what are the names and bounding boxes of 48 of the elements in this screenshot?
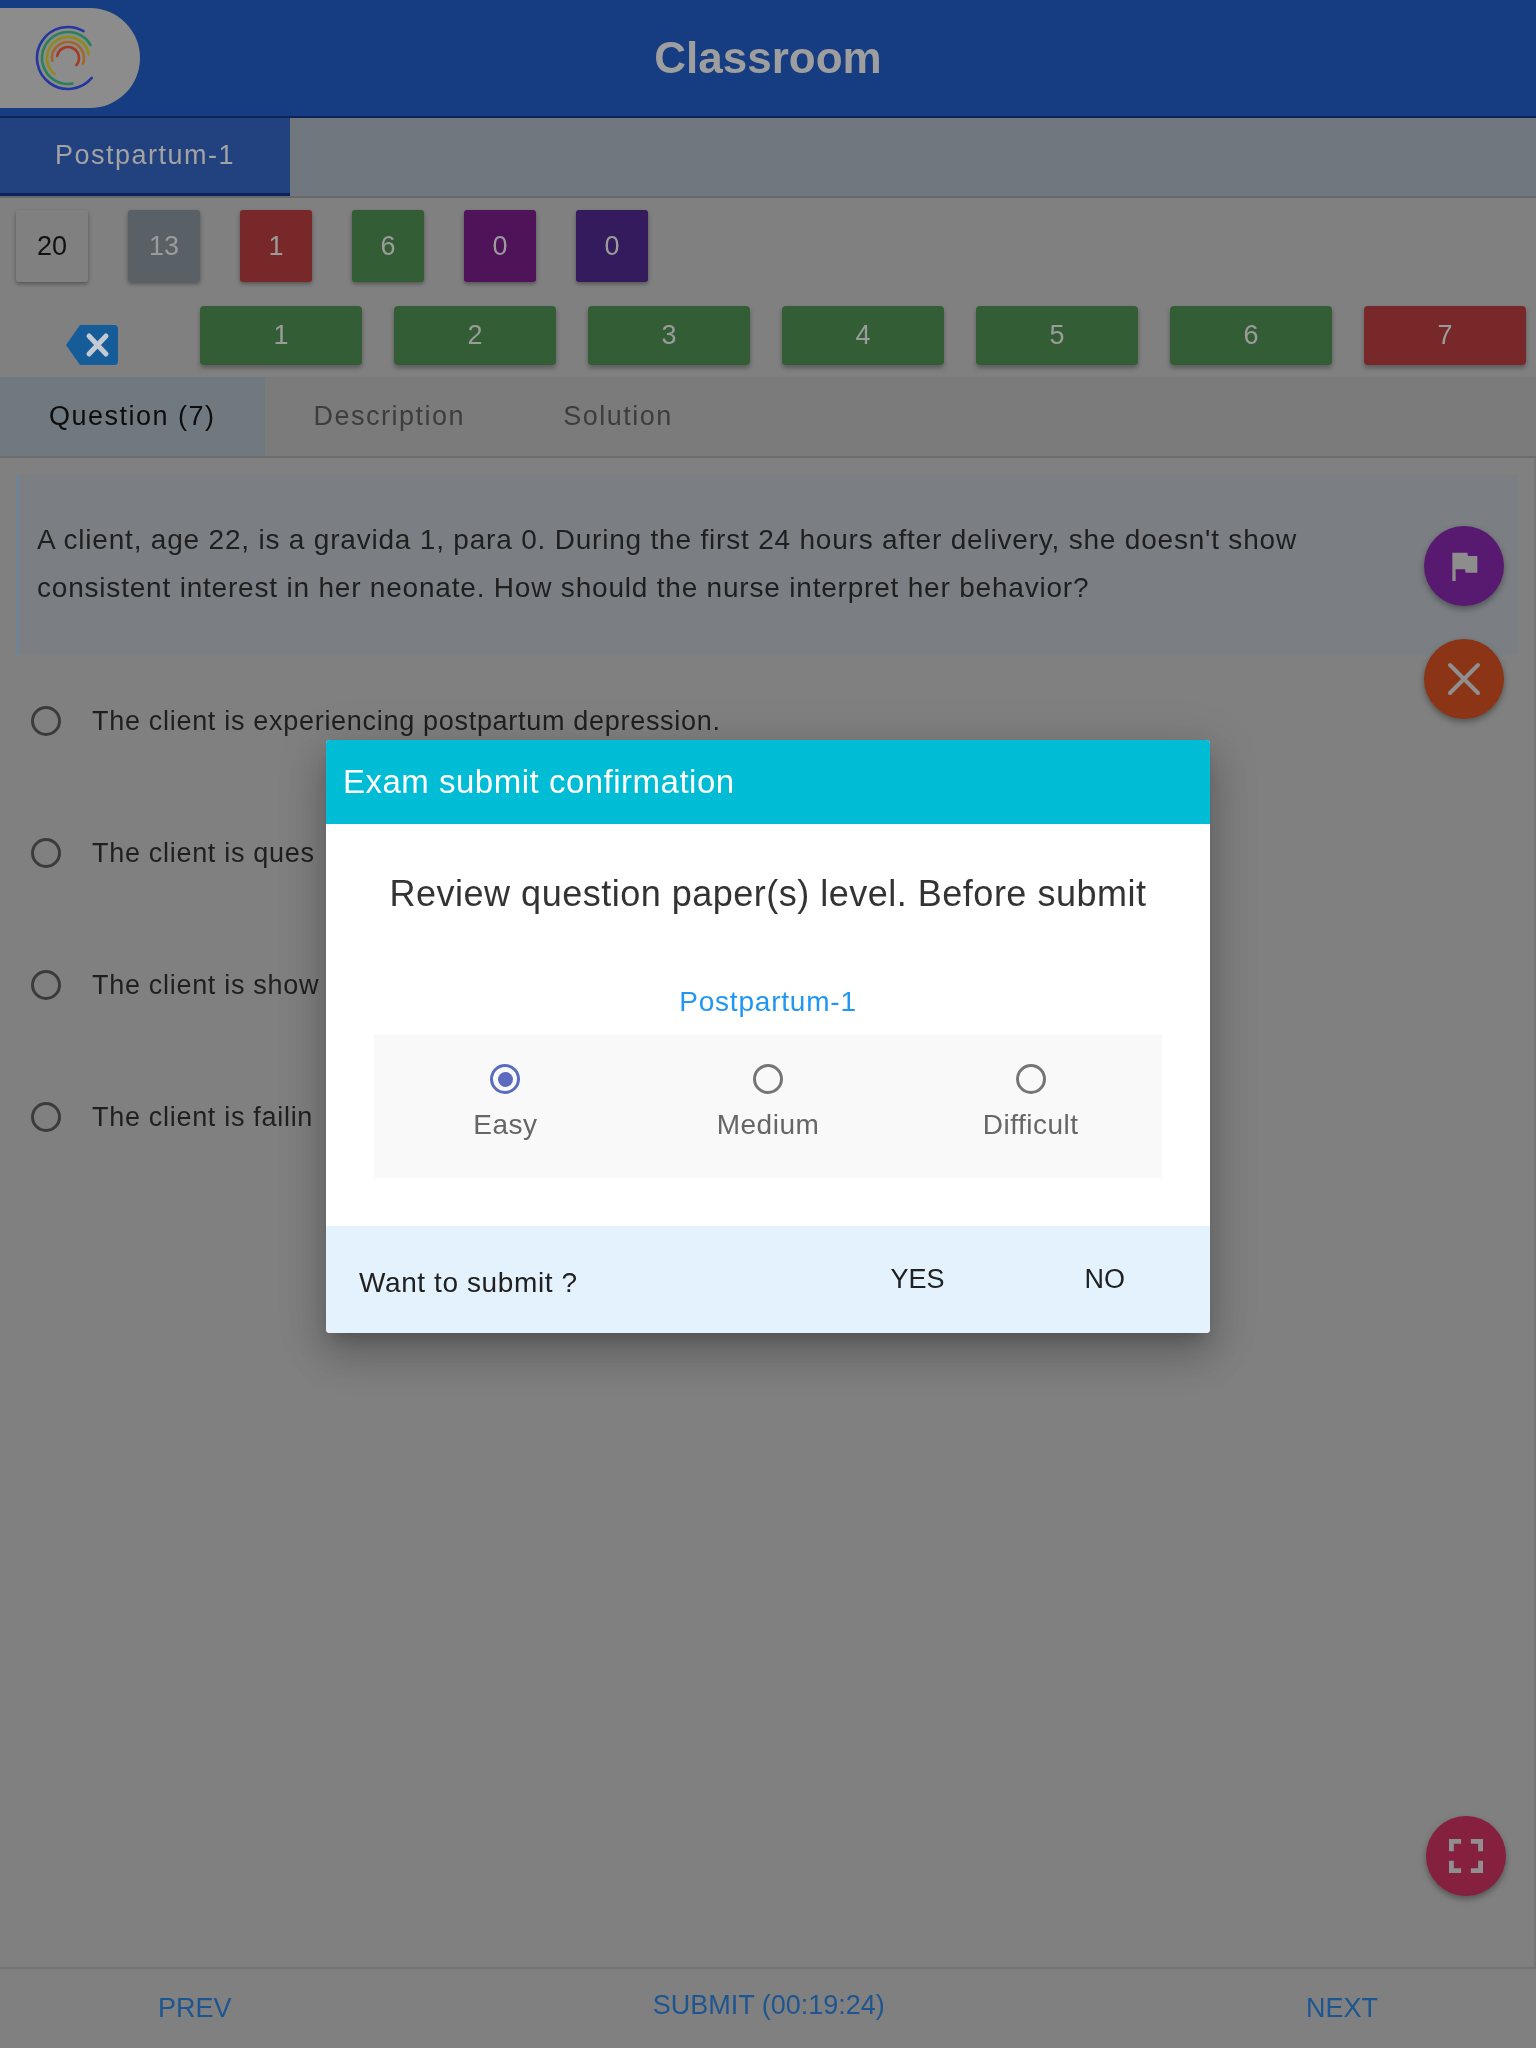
question-number-button[interactable]: 5 <box>976 306 1138 365</box>
answer-option: The client is failin <box>92 1101 314 1133</box>
answer-option: The client is experiencing postpartum depression. <box>92 705 721 737</box>
subject-tab[interactable]: Postpartum-1 <box>0 118 290 196</box>
dialog-message: Review question paper(s) level. Before submit <box>389 872 1147 916</box>
radio-button[interactable] <box>31 838 61 868</box>
level-label: Easy <box>473 1108 538 1142</box>
content-tab[interactable]: Solution <box>514 377 722 456</box>
status-count[interactable]: 20 <box>16 210 88 282</box>
status-count[interactable]: 13 <box>128 210 200 282</box>
content-tab[interactable]: Question (7) <box>0 377 265 456</box>
paper-name: Postpartum-1 <box>679 985 857 1019</box>
radio-button[interactable] <box>490 1064 521 1094</box>
status-count[interactable]: 0 <box>576 210 648 282</box>
radio-button[interactable] <box>31 706 61 736</box>
radio-button[interactable] <box>753 1064 783 1094</box>
app-title: Classroom <box>654 33 882 83</box>
status-count[interactable]: 6 <box>352 210 424 282</box>
question-number-button[interactable]: 1 <box>200 306 362 365</box>
fullscreen-button[interactable] <box>1426 1816 1506 1896</box>
dialog-button[interactable]: NO <box>1070 1256 1139 1303</box>
close-icon <box>1447 662 1481 696</box>
question-number-button[interactable]: 3 <box>588 306 750 365</box>
status-count[interactable]: 0 <box>464 210 536 282</box>
backspace-icon[interactable] <box>66 325 118 365</box>
answer-option: The client is ques <box>92 837 315 869</box>
dialog-title: Exam submit confirmation <box>326 740 1210 824</box>
radio-button[interactable] <box>1015 1064 1046 1094</box>
question-number-button[interactable]: 7 <box>1364 306 1526 365</box>
level-label: Medium <box>716 1108 820 1142</box>
question-number-button[interactable]: 2 <box>394 306 556 365</box>
prev-button[interactable]: PREV <box>158 1993 232 2024</box>
question-number-button[interactable]: 6 <box>1170 306 1332 365</box>
question-text: A client, age 22, is a gravida 1, para 0. During the first 24 hours after delivery, she doesn't show consistent interest in her neonate. How should the nurse interpret her behavior? <box>16 475 1518 655</box>
submit-prompt: Want to submit ? <box>359 1266 579 1299</box>
next-button[interactable]: NEXT <box>1306 1993 1378 2024</box>
dialog-button[interactable]: YES <box>876 1256 959 1303</box>
content-tab[interactable]: Description <box>264 377 515 456</box>
level-label: Difficult <box>982 1108 1079 1142</box>
submit-button[interactable]: SUBMIT (00:19:24) <box>652 1990 885 2021</box>
status-count[interactable]: 1 <box>240 210 312 282</box>
radio-button[interactable] <box>31 1102 61 1132</box>
answer-option: The client is show <box>92 969 320 1001</box>
fullscreen-icon <box>1449 1839 1483 1873</box>
radio-button[interactable] <box>31 970 61 1000</box>
close-button[interactable] <box>1424 639 1504 719</box>
question-number-button[interactable]: 4 <box>782 306 944 365</box>
logo-background[interactable] <box>0 8 140 108</box>
